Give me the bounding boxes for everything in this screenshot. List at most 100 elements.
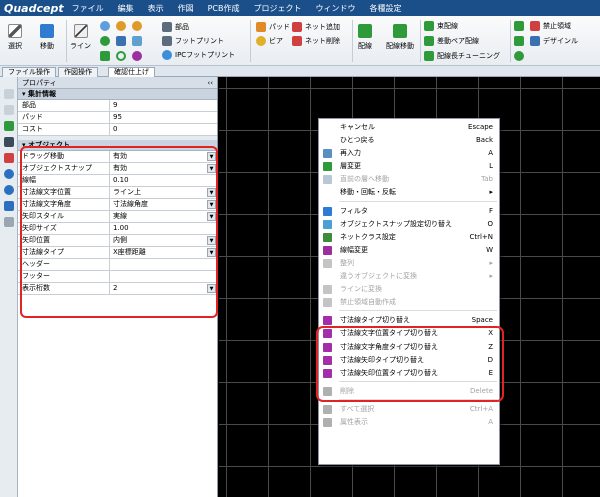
- tab-file-ops[interactable]: ファイル操作: [2, 67, 56, 77]
- dropdown-arrow-icon[interactable]: ▼: [207, 152, 216, 161]
- context-menu-item[interactable]: 直前の層へ移動 Tab: [319, 173, 499, 186]
- object-value[interactable]: 2 ▼: [110, 283, 217, 294]
- via-button[interactable]: ビア: [256, 36, 283, 46]
- context-menu-item[interactable]: フィルタ F: [319, 205, 499, 218]
- pointer-icon[interactable]: [4, 89, 14, 99]
- menu-edit[interactable]: 編集: [118, 3, 134, 14]
- green-shape-tool[interactable]: [514, 21, 527, 31]
- collapse-icon[interactable]: ‹‹: [207, 77, 213, 89]
- menu-item-label: オブジェクトスナップ設定切り替え: [340, 219, 452, 228]
- green-tool[interactable]: [100, 51, 113, 61]
- context-menu-item[interactable]: 移動・回転・反転 ▸: [319, 186, 499, 199]
- object-value[interactable]: 実線 ▼: [110, 211, 217, 222]
- context-menu-item[interactable]: 削除 Delete: [319, 385, 499, 398]
- context-menu-item[interactable]: 寸法線タイプ切り替え Space: [319, 314, 499, 327]
- context-menu-item[interactable]: 寸法線文字角度タイプ切り替え Z: [319, 341, 499, 354]
- line-button[interactable]: ライン: [70, 24, 91, 51]
- summary-value[interactable]: 9: [110, 100, 217, 111]
- settings-icon[interactable]: [4, 217, 14, 227]
- object-row: 寸法線タイプ X座標距離 ▼: [18, 247, 217, 259]
- menu-pcb[interactable]: PCB作成: [208, 3, 240, 14]
- select-button[interactable]: 選択: [8, 24, 22, 51]
- move-button[interactable]: 移動: [40, 24, 54, 51]
- circle-green-tool[interactable]: [100, 36, 113, 46]
- length-tuning-button[interactable]: 配線長チューニング: [424, 51, 500, 61]
- dropdown-arrow-icon[interactable]: ▼: [207, 200, 216, 209]
- pad-button[interactable]: パッド: [256, 22, 290, 32]
- menu-window[interactable]: ウィンドウ: [316, 3, 356, 14]
- gear-icon[interactable]: [4, 201, 14, 211]
- context-menu-item[interactable]: 寸法線矢印タイプ切り替え D: [319, 354, 499, 367]
- object-value[interactable]: 有効 ▼: [110, 151, 217, 162]
- context-menu-item[interactable]: 再入力 A: [319, 147, 499, 160]
- design-rule-button[interactable]: デザインル: [530, 36, 578, 46]
- text-tool[interactable]: [116, 36, 129, 46]
- dropdown-arrow-icon[interactable]: ▼: [207, 284, 216, 293]
- context-menu-item[interactable]: 線幅変更 W: [319, 244, 499, 257]
- dropdown-arrow-icon[interactable]: ▼: [207, 248, 216, 257]
- ipc-footprint-button[interactable]: IPCフットプリント: [162, 50, 235, 60]
- dropdown-arrow-icon[interactable]: ▼: [207, 188, 216, 197]
- object-value[interactable]: ライン上 ▼: [110, 187, 217, 198]
- arc-tool-2[interactable]: [132, 21, 145, 31]
- summary-value[interactable]: 95: [110, 112, 217, 123]
- context-menu-item[interactable]: すべて選択 Ctrl+A: [319, 403, 499, 416]
- purple-tool[interactable]: [132, 51, 145, 61]
- forward-arrow-icon[interactable]: [4, 121, 14, 131]
- save-icon[interactable]: [4, 137, 14, 147]
- context-menu-item[interactable]: 層変更 L: [319, 160, 499, 173]
- context-menu-item[interactable]: 属性表示 A: [319, 416, 499, 429]
- circle-tool[interactable]: [100, 21, 113, 31]
- object-value[interactable]: 有効 ▼: [110, 163, 217, 174]
- menu-draw[interactable]: 作図: [178, 3, 194, 14]
- summary-value[interactable]: 0: [110, 124, 217, 135]
- context-menu-item[interactable]: ラインに変換: [319, 283, 499, 296]
- route-button[interactable]: 配線: [358, 24, 372, 51]
- circle-outline-tool[interactable]: [116, 51, 129, 61]
- object-value[interactable]: X座標距離 ▼: [110, 247, 217, 258]
- zoom-out-icon[interactable]: [4, 185, 14, 195]
- dropdown-arrow-icon[interactable]: ▼: [207, 212, 216, 221]
- context-menu-item[interactable]: 禁止領域自動作成: [319, 296, 499, 309]
- dropdown-arrow-icon[interactable]: ▼: [207, 164, 216, 173]
- object-value[interactable]: [110, 271, 217, 282]
- object-value[interactable]: [110, 259, 217, 270]
- dropdown-arrow-icon[interactable]: ▼: [207, 236, 216, 245]
- context-menu-item[interactable]: キャンセル Escape: [319, 121, 499, 134]
- zoom-icon[interactable]: [4, 169, 14, 179]
- object-section-header[interactable]: ▾ オブジェクト: [18, 140, 217, 151]
- menu-settings[interactable]: 各種設定: [370, 3, 402, 14]
- tab-finish[interactable]: 確認仕上げ: [108, 67, 155, 77]
- object-value[interactable]: 内側 ▼: [110, 235, 217, 246]
- back-arrow-icon[interactable]: [4, 105, 14, 115]
- diff-pair-button[interactable]: 差動ペア配線: [424, 36, 479, 46]
- route-move-button[interactable]: 配線移動: [386, 24, 414, 51]
- context-menu-item[interactable]: ネットクラス設定 Ctrl+N: [319, 231, 499, 244]
- error-icon[interactable]: [4, 153, 14, 163]
- context-menu-item[interactable]: オブジェクトスナップ設定切り替え O: [319, 218, 499, 231]
- green-shape-tool-3[interactable]: [514, 51, 527, 61]
- part-button[interactable]: 部品: [162, 22, 189, 32]
- green-shape-tool-2[interactable]: [514, 36, 527, 46]
- net-add-button[interactable]: ネット追加: [292, 22, 340, 32]
- tab-draw-ops[interactable]: 作図操作: [58, 67, 98, 77]
- keepout-button[interactable]: 禁止領域: [530, 21, 571, 31]
- image-tool[interactable]: [132, 36, 145, 46]
- object-value[interactable]: 1.00: [110, 223, 217, 234]
- menu-project[interactable]: プロジェクト: [254, 3, 302, 14]
- summary-section-header[interactable]: ▾ 集計情報: [18, 89, 217, 100]
- menu-item-shortcut: A: [488, 149, 493, 158]
- arc-tool[interactable]: [116, 21, 129, 31]
- context-menu-item[interactable]: 寸法線矢印位置タイプ切り替え E: [319, 367, 499, 380]
- menu-view[interactable]: 表示: [148, 3, 164, 14]
- object-value[interactable]: 寸法線角度 ▼: [110, 199, 217, 210]
- context-menu-item[interactable]: 寸法線文字位置タイプ切り替え X: [319, 327, 499, 340]
- context-menu-item[interactable]: 整列 ▸: [319, 257, 499, 270]
- menu-file[interactable]: ファイル: [72, 3, 104, 14]
- context-menu-item[interactable]: ひとつ戻る Back: [319, 134, 499, 147]
- net-delete-button[interactable]: ネット削除: [292, 36, 340, 46]
- footprint-button[interactable]: フットプリント: [162, 36, 224, 46]
- context-menu-item[interactable]: 違うオブジェクトに変換 ▸: [319, 270, 499, 283]
- interactive-route-button[interactable]: 束配線: [424, 21, 458, 31]
- object-value[interactable]: 0.10: [110, 175, 217, 186]
